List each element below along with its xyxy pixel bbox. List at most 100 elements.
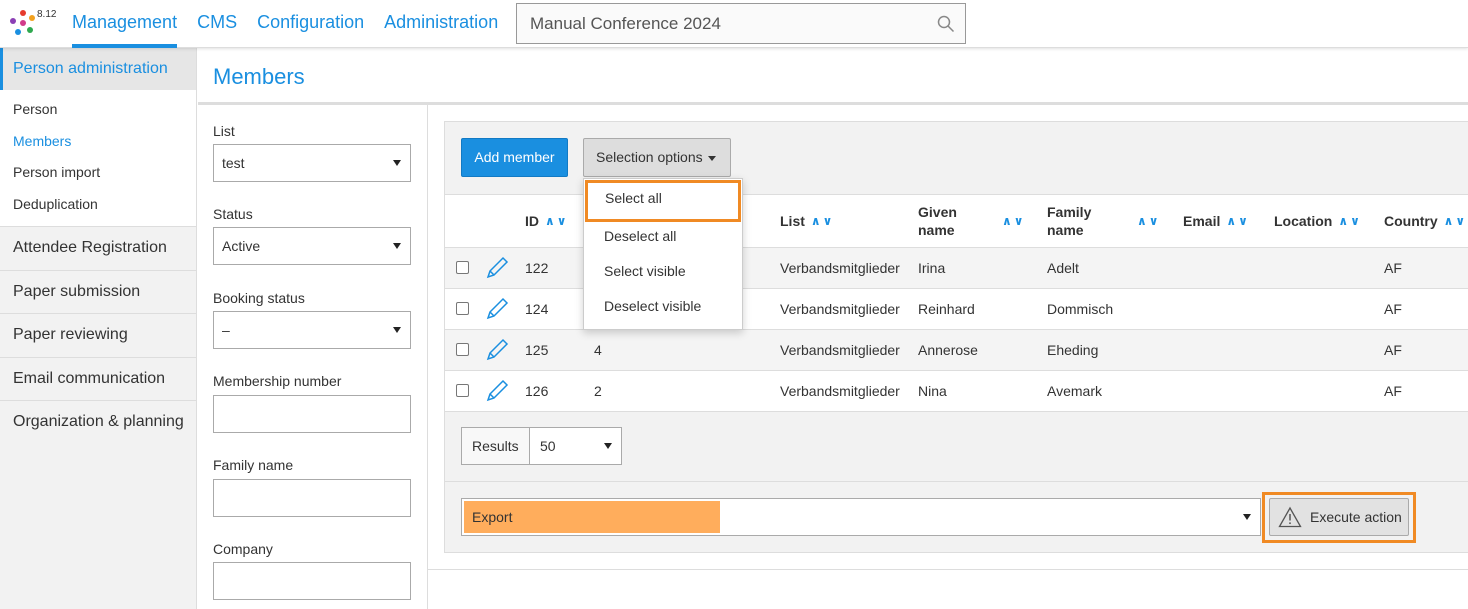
sort-icon[interactable]: ∧∨	[1002, 212, 1026, 230]
membership-number-label: Membership number	[213, 373, 342, 389]
header-line-2: name	[918, 222, 955, 238]
row-checkbox[interactable]	[456, 302, 469, 315]
list-filter-select[interactable]: test	[213, 144, 411, 182]
add-member-button[interactable]: Add member	[461, 138, 568, 177]
tab-management[interactable]: Management	[72, 0, 178, 48]
sidebar-section-attendee-registration[interactable]: Attendee Registration	[0, 226, 196, 270]
column-header-country[interactable]: Country ∧∨	[1384, 195, 1467, 247]
row-checkbox[interactable]	[456, 384, 469, 397]
list-filter-value: test	[222, 155, 245, 171]
cell-id: 125	[525, 342, 549, 358]
top-navigation: Management CMS Configuration Administrat…	[72, 0, 518, 48]
column-header-list[interactable]: List ∧∨	[780, 195, 834, 247]
sidebar-section-paper-submission[interactable]: Paper submission	[0, 269, 196, 314]
page-title: Members	[213, 64, 305, 89]
sidebar-section-paper-reviewing[interactable]: Paper reviewing	[0, 313, 196, 357]
sidebar-section-header-active[interactable]: Person administration	[0, 48, 196, 90]
column-header-country-label: Country	[1384, 213, 1438, 229]
sidebar-submenu: Person Members Person import Deduplicati…	[0, 90, 196, 226]
column-header-email-label: Email	[1183, 213, 1221, 229]
execute-action-label: Execute action	[1310, 509, 1402, 525]
sort-icon[interactable]: ∧∨	[811, 214, 835, 228]
table-row[interactable]: 126 2 Verbandsmitglieder Nina Avemark AF	[445, 370, 1468, 411]
cell-id: 122	[525, 260, 549, 276]
column-header-family-name[interactable]: Family name ∧∨	[1047, 195, 1161, 247]
booking-status-label: Booking status	[213, 290, 305, 306]
sort-icon[interactable]: ∧∨	[1226, 214, 1250, 228]
sidebar-section-email-communication[interactable]: Email communication	[0, 356, 196, 401]
sidebar-section-organization-planning[interactable]: Organization & planning	[0, 400, 196, 444]
menu-item-select-all[interactable]: Select all	[585, 180, 741, 222]
chevron-down-icon	[393, 327, 401, 333]
bottom-divider	[428, 569, 1468, 570]
edit-pencil-icon[interactable]	[484, 378, 510, 404]
row-checkbox[interactable]	[456, 343, 469, 356]
menu-item-deselect-visible[interactable]: Deselect visible	[584, 288, 742, 324]
search-icon[interactable]	[937, 15, 955, 33]
results-per-page-select[interactable]: Results 50	[461, 427, 622, 465]
sidebar-item-person[interactable]: Person	[0, 94, 196, 126]
cell-family-name: Avemark	[1047, 383, 1102, 399]
menu-item-deselect-all[interactable]: Deselect all	[584, 218, 742, 254]
header-line-1: Given	[918, 204, 957, 220]
status-filter-value: Active	[222, 238, 261, 254]
table-row[interactable]: 125 4 Verbandsmitglieder Annerose Ehedin…	[445, 329, 1468, 370]
tab-cms[interactable]: CMS	[197, 0, 237, 48]
column-header-location[interactable]: Location ∧∨	[1274, 195, 1362, 247]
column-header-email[interactable]: Email ∧∨	[1183, 195, 1250, 247]
cell-list: Verbandsmitglieder	[780, 301, 900, 317]
sidebar-section-person-administration: Person administration Person Members Per…	[0, 48, 196, 226]
column-header-list-label: List	[780, 213, 805, 229]
chevron-down-icon	[604, 443, 612, 449]
sidebar-item-members[interactable]: Members	[0, 126, 196, 158]
membership-number-input[interactable]	[213, 395, 411, 433]
company-input[interactable]	[213, 562, 411, 600]
booking-status-value: –	[222, 322, 230, 338]
selection-options-menu: Select all Deselect all Select visible D…	[583, 178, 743, 330]
sidebar-item-deduplication[interactable]: Deduplication	[0, 189, 196, 221]
edit-pencil-icon[interactable]	[484, 255, 510, 281]
sidebar-item-person-import[interactable]: Person import	[0, 157, 196, 189]
cell-country: AF	[1384, 342, 1402, 358]
list-filter-label: List	[213, 123, 235, 139]
cell-list: Verbandsmitglieder	[780, 383, 900, 399]
sort-icon[interactable]: ∧∨	[1137, 212, 1161, 230]
family-name-input[interactable]	[213, 479, 411, 517]
row-checkbox[interactable]	[456, 261, 469, 274]
edit-pencil-icon[interactable]	[484, 337, 510, 363]
chevron-down-icon	[393, 243, 401, 249]
sort-icon[interactable]: ∧∨	[1338, 214, 1362, 228]
cell-given-name: Annerose	[918, 342, 978, 358]
column-header-given-name[interactable]: Given name ∧∨	[918, 195, 1026, 247]
column-header-location-label: Location	[1274, 213, 1333, 229]
column-header-id[interactable]: ID ∧∨	[525, 195, 569, 247]
filter-panel: List test Status Active Booking status –…	[198, 105, 428, 609]
header-line-2: name	[1047, 222, 1084, 238]
tab-administration[interactable]: Administration	[384, 0, 498, 48]
cell-family-name: Adelt	[1047, 260, 1079, 276]
sort-icon[interactable]: ∧∨	[1444, 214, 1468, 228]
cell-id: 126	[525, 383, 549, 399]
booking-status-select[interactable]: –	[213, 311, 411, 349]
status-filter-label: Status	[213, 206, 253, 222]
execute-action-button[interactable]: Execute action	[1269, 498, 1409, 536]
cell-list: Verbandsmitglieder	[780, 342, 900, 358]
event-search-input[interactable]: Manual Conference 2024	[516, 3, 966, 44]
sort-icon[interactable]: ∧∨	[545, 214, 569, 228]
cell-family-name: Eheding	[1047, 342, 1099, 358]
app-logo-icon[interactable]	[8, 8, 38, 38]
cell-given-name: Reinhard	[918, 301, 975, 317]
warning-icon	[1278, 506, 1302, 528]
tab-configuration[interactable]: Configuration	[257, 0, 364, 48]
cell-given-name: Nina	[918, 383, 947, 399]
results-value: 50	[540, 438, 556, 454]
status-filter-select[interactable]: Active	[213, 227, 411, 265]
cell-country: AF	[1384, 383, 1402, 399]
edit-pencil-icon[interactable]	[484, 296, 510, 322]
bulk-action-select[interactable]: Export	[461, 498, 1261, 536]
selection-options-button[interactable]: Selection options	[583, 138, 731, 177]
chevron-down-icon	[393, 160, 401, 166]
family-name-label: Family name	[213, 457, 294, 473]
menu-item-select-visible[interactable]: Select visible	[584, 253, 742, 289]
app-version: 8.12	[37, 9, 57, 20]
